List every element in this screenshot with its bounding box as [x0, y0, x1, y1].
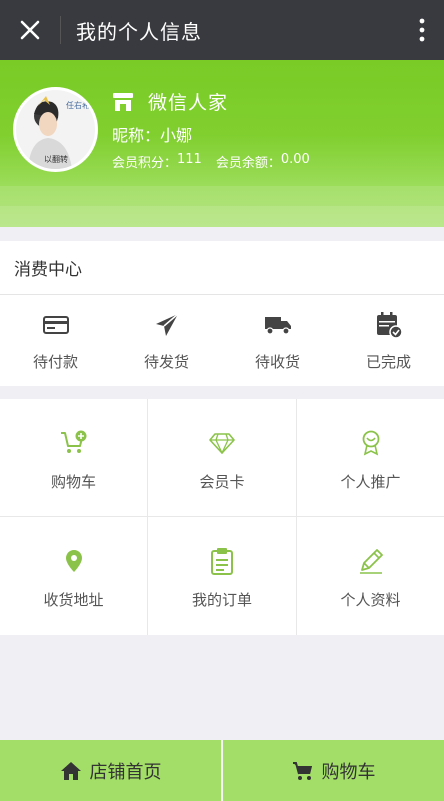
order-label: 待发货 [143, 353, 189, 371]
order-completed[interactable]: 已完成 [333, 295, 444, 386]
header-stripe [0, 206, 444, 227]
bottom-bar: 店铺首页 购物车 [0, 740, 444, 801]
close-icon [20, 20, 40, 40]
profile-header: 任右希 以翻转 微信人家 昵称： 小娜 会员积分： 111 会员余额： 0.00 [0, 60, 444, 227]
cart-label: 购物车 [321, 761, 376, 783]
grid-item-promotion[interactable]: 个人推广 [297, 399, 444, 517]
points-label: 会员积分： [112, 156, 178, 171]
close-button[interactable] [0, 0, 60, 60]
truck-icon [264, 311, 292, 339]
location-pin-icon [60, 547, 88, 575]
home-icon [60, 760, 82, 782]
balance-label: 会员余额： [215, 156, 281, 171]
shop-name: 微信人家 [148, 92, 229, 114]
points-value: 111 [177, 152, 202, 167]
cart-add-icon [60, 429, 88, 457]
clipboard-icon [208, 547, 236, 575]
order-pending-receipt[interactable]: 待收货 [222, 295, 333, 386]
pencil-icon [357, 547, 385, 575]
grid-item-member-card[interactable]: 会员卡 [148, 399, 297, 517]
more-button[interactable] [400, 0, 444, 60]
order-pending-payment[interactable]: 待付款 [0, 295, 111, 386]
cart-button[interactable]: 购物车 [223, 740, 444, 801]
paper-plane-icon [153, 311, 181, 339]
store-icon [112, 92, 134, 112]
avatar[interactable]: 任右希 以翻转 [13, 87, 98, 172]
title-bar: 我的个人信息 [0, 0, 444, 60]
balance-value: 0.00 [280, 152, 310, 167]
award-icon [357, 429, 385, 457]
header-stripe [0, 186, 444, 206]
grid-item-profile[interactable]: 个人资料 [297, 517, 444, 635]
order-pending-shipment[interactable]: 待发货 [111, 295, 222, 386]
order-label: 待收货 [254, 353, 300, 371]
grid-item-cart[interactable]: 购物车 [0, 399, 148, 517]
avatar-text-top: 任右希 [66, 100, 90, 110]
shop-row: 微信人家 [112, 88, 228, 115]
grid-item-address[interactable]: 收货地址 [0, 517, 148, 635]
calendar-check-icon [375, 311, 403, 339]
shop-home-label: 店铺首页 [89, 761, 162, 783]
consumption-center-title: 消费中心 [0, 241, 444, 295]
grid-label: 我的订单 [191, 591, 252, 609]
nickname-label: 昵称： [112, 126, 161, 145]
page-title: 我的个人信息 [76, 19, 202, 44]
nickname-value: 小娜 [160, 126, 193, 145]
avatar-image: 任右希 以翻转 [16, 90, 95, 169]
points-row: 会员积分： 111 会员余额： 0.00 [112, 152, 310, 171]
more-vertical-icon [419, 18, 425, 42]
grid-label: 个人资料 [340, 591, 401, 609]
order-status-row: 待付款 待发货 待收货 已完成 [0, 295, 444, 386]
function-grid: 购物车 会员卡 个人推广 收货地址 我的订单 个人资料 [0, 399, 444, 635]
grid-label: 收货地址 [43, 591, 104, 609]
grid-label: 购物车 [50, 473, 96, 491]
diamond-icon [208, 429, 236, 457]
grid-label: 会员卡 [199, 473, 245, 491]
title-divider [60, 16, 61, 44]
cart-icon [292, 760, 314, 782]
nickname-row: 昵称： 小娜 [112, 122, 192, 146]
order-label: 已完成 [365, 353, 411, 371]
grid-label: 个人推广 [340, 473, 401, 491]
card-icon [42, 311, 70, 339]
order-label: 待付款 [32, 353, 78, 371]
shop-home-button[interactable]: 店铺首页 [0, 740, 221, 801]
avatar-text-bottom: 以翻转 [44, 154, 68, 164]
grid-item-my-orders[interactable]: 我的订单 [148, 517, 297, 635]
